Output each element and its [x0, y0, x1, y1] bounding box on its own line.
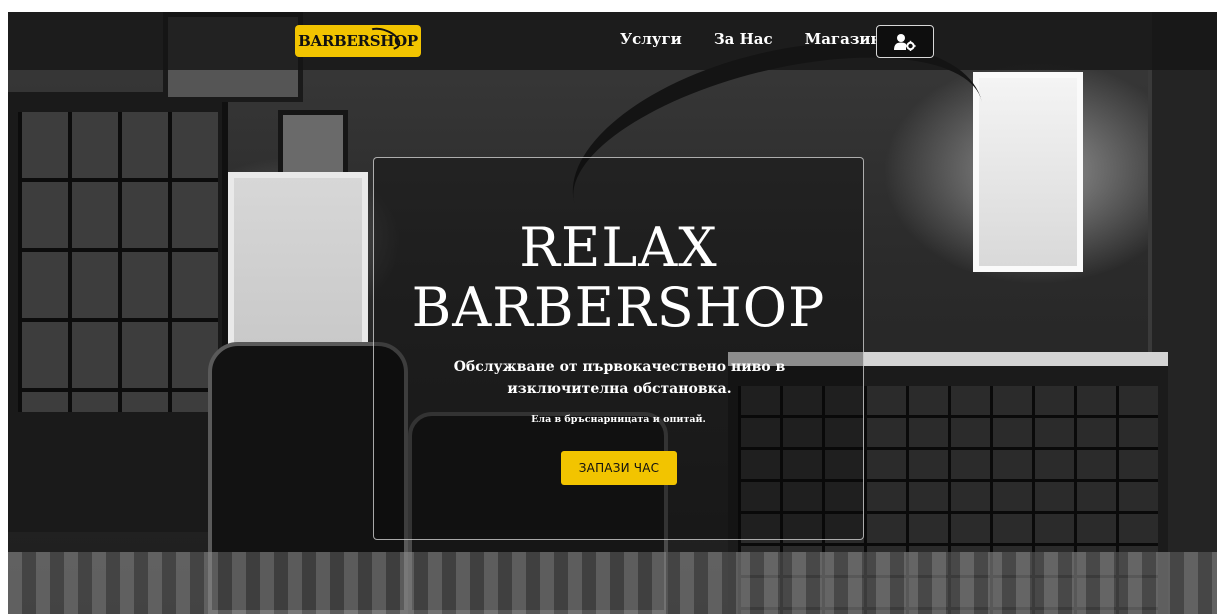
- navbar: BARBERSHOP Услуги За Нас Магазин: [8, 12, 1217, 70]
- nav-links: Услуги За Нас Магазин: [620, 30, 882, 54]
- page-viewport: BARBERSHOP Услуги За Нас Магазин RELAX B…: [8, 12, 1217, 614]
- nav-link-services[interactable]: Услуги: [620, 30, 682, 54]
- hero-title: RELAX BARBERSHOP: [374, 218, 863, 338]
- brand-logo[interactable]: BARBERSHOP: [295, 23, 421, 57]
- nav-link-shop[interactable]: Магазин: [805, 30, 882, 54]
- background-floor: [8, 552, 1217, 614]
- book-appointment-button[interactable]: ЗАПАЗИ ЧАС: [561, 451, 677, 485]
- hero-subtitle: Обслужване от първокачествено ниво в изк…: [453, 359, 786, 397]
- nav-link-about[interactable]: За Нас: [714, 30, 773, 54]
- background-picture-frame: [278, 110, 348, 180]
- background-cabinet: [8, 92, 228, 532]
- hero-note: Ела в бръснарницата и опитай.: [531, 414, 706, 425]
- hero-card: RELAX BARBERSHOP Обслужване от първокаче…: [373, 157, 864, 540]
- user-gear-icon: [894, 33, 916, 51]
- account-button[interactable]: [876, 25, 934, 58]
- hero-title-line1: RELAX: [519, 216, 718, 279]
- hero-title-line2: BARBERSHOP: [411, 276, 826, 339]
